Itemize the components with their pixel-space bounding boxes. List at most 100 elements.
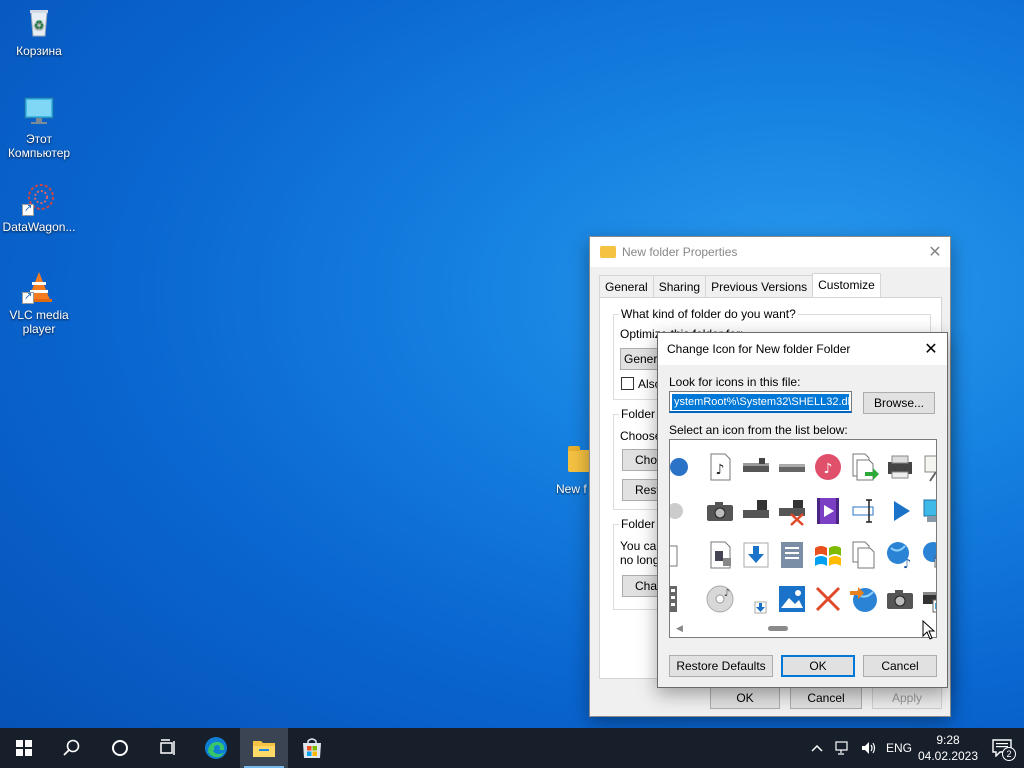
globe-window-icon xyxy=(921,540,936,573)
desktop-icon-recycle-bin[interactable]: ♻ Корзина xyxy=(2,6,76,58)
icon-cell[interactable] xyxy=(774,578,810,622)
icon-cell[interactable] xyxy=(846,578,882,622)
desktop-icon-datawagon[interactable]: DataWagon... xyxy=(2,182,76,234)
also-apply-checkbox[interactable] xyxy=(621,377,634,390)
icon-cell[interactable] xyxy=(670,490,702,534)
desktop-icon-vlc[interactable]: VLC media player xyxy=(2,270,76,336)
icon-cell[interactable] xyxy=(702,490,738,534)
system-tray: ENG 9:28 04.02.2023 2 xyxy=(804,728,1024,768)
search-button[interactable] xyxy=(48,728,96,768)
edge-icon xyxy=(205,737,227,759)
task-view-icon xyxy=(160,739,175,755)
icon-cell[interactable] xyxy=(918,578,936,622)
choose-file-button[interactable]: Choo xyxy=(622,449,662,471)
icon-cell[interactable] xyxy=(918,490,936,534)
tab-general[interactable]: General xyxy=(599,275,654,297)
icon-cell[interactable] xyxy=(882,578,918,622)
store-icon xyxy=(303,738,321,758)
restore-default-button[interactable]: Resto xyxy=(622,479,662,501)
icon-cell[interactable]: ♪ xyxy=(702,446,738,490)
start-button[interactable] xyxy=(0,728,48,768)
paper-icon xyxy=(670,540,699,573)
camera-small-icon xyxy=(885,584,915,617)
horizontal-scrollbar[interactable]: ◀ ▶ xyxy=(670,620,936,637)
edge-button[interactable] xyxy=(192,728,240,768)
text-cursor-icon xyxy=(849,496,879,529)
ok-button[interactable]: OK xyxy=(781,655,855,677)
look-for-label: Look for icons in this file: xyxy=(669,375,801,389)
video-document-icon xyxy=(705,540,735,573)
scroll-left-icon[interactable]: ◀ xyxy=(676,623,683,634)
cancel-button[interactable]: Cancel xyxy=(863,655,937,677)
icon-cell[interactable] xyxy=(738,490,774,534)
clock[interactable]: 9:28 04.02.2023 xyxy=(916,732,980,764)
icon-cell[interactable] xyxy=(810,578,846,622)
icon-cell[interactable] xyxy=(882,446,918,490)
icon-cell[interactable] xyxy=(702,534,738,578)
icon-cell[interactable] xyxy=(670,446,702,490)
icon-cell[interactable] xyxy=(846,534,882,578)
scanner-icon xyxy=(921,584,936,617)
icon-cell[interactable] xyxy=(810,534,846,578)
browse-button[interactable]: Browse... xyxy=(863,392,935,414)
play-icon xyxy=(885,496,915,529)
icon-cell[interactable] xyxy=(738,446,774,490)
svg-text:♻: ♻ xyxy=(34,18,45,32)
music-note-file-icon: ♪ xyxy=(705,452,735,485)
globe-music-icon: ♪ xyxy=(885,540,915,573)
properties-title-bar[interactable]: New folder Properties xyxy=(590,237,950,267)
document-icon xyxy=(777,540,807,573)
icon-cell[interactable] xyxy=(846,446,882,490)
icon-cell[interactable] xyxy=(882,490,918,534)
icon-cell[interactable]: ♪ xyxy=(882,534,918,578)
restore-defaults-button[interactable]: Restore Defaults xyxy=(669,655,773,677)
notifications-button[interactable]: 2 xyxy=(980,728,1024,768)
task-view-button[interactable] xyxy=(144,728,192,768)
icon-cell[interactable]: ♪ xyxy=(702,578,738,622)
language-indicator[interactable]: ENG xyxy=(882,741,916,755)
icon-cell[interactable] xyxy=(918,446,936,490)
icon-cell[interactable] xyxy=(846,490,882,534)
icon-cell[interactable] xyxy=(810,490,846,534)
search-icon xyxy=(63,739,80,756)
close-icon[interactable]: ✕ xyxy=(915,333,947,365)
path-value: ystemRoot%\System32\SHELL32.dll xyxy=(672,394,849,410)
icon-cell[interactable] xyxy=(738,534,774,578)
desktop-icon-this-pc[interactable]: Этот Компьютер xyxy=(2,94,76,160)
desktop-icon-label: DataWagon... xyxy=(2,220,76,234)
icon-cell[interactable] xyxy=(918,534,936,578)
icon-cell[interactable] xyxy=(774,446,810,490)
ok-button[interactable]: OK xyxy=(710,687,780,709)
icon-cell[interactable]: ♪ xyxy=(810,446,846,490)
icon-cell[interactable] xyxy=(738,578,774,622)
icon-cell[interactable] xyxy=(774,534,810,578)
clock-date: 04.02.2023 xyxy=(917,749,979,763)
close-icon[interactable]: ✕ xyxy=(920,237,950,267)
file-explorer-button[interactable] xyxy=(240,728,288,768)
icon-cell[interactable] xyxy=(670,534,702,578)
tab-sharing[interactable]: Sharing xyxy=(652,275,707,297)
tab-previous-versions[interactable]: Previous Versions xyxy=(705,275,814,297)
icon-cell[interactable] xyxy=(774,490,810,534)
icon-list[interactable]: ♪ ♪ ♪ ♪ ◀ xyxy=(669,439,937,638)
icon-cell[interactable] xyxy=(670,578,702,622)
chevron-up-icon[interactable] xyxy=(804,728,830,768)
tab-customize[interactable]: Customize xyxy=(812,273,881,297)
cortana-button[interactable] xyxy=(96,728,144,768)
printer-icon xyxy=(885,452,915,485)
clock-time: 9:28 xyxy=(936,733,960,747)
notification-count-badge: 2 xyxy=(1002,747,1016,761)
display-pencil-icon xyxy=(921,496,936,529)
change-icon-title-bar[interactable]: Change Icon for New folder Folder xyxy=(658,333,947,365)
group-title: What kind of folder do you want? xyxy=(619,307,798,321)
volume-icon[interactable] xyxy=(856,728,882,768)
apply-button[interactable]: Apply xyxy=(872,687,942,709)
cancel-button[interactable]: Cancel xyxy=(790,687,862,709)
icon-file-path-input[interactable]: ystemRoot%\System32\SHELL32.dll xyxy=(669,391,852,413)
download-icon xyxy=(741,540,771,573)
change-icon-button[interactable]: Chan xyxy=(622,575,662,597)
vlc-icon xyxy=(22,270,56,304)
network-icon[interactable] xyxy=(830,728,856,768)
scroll-thumb[interactable] xyxy=(768,626,788,631)
store-button[interactable] xyxy=(288,728,336,768)
